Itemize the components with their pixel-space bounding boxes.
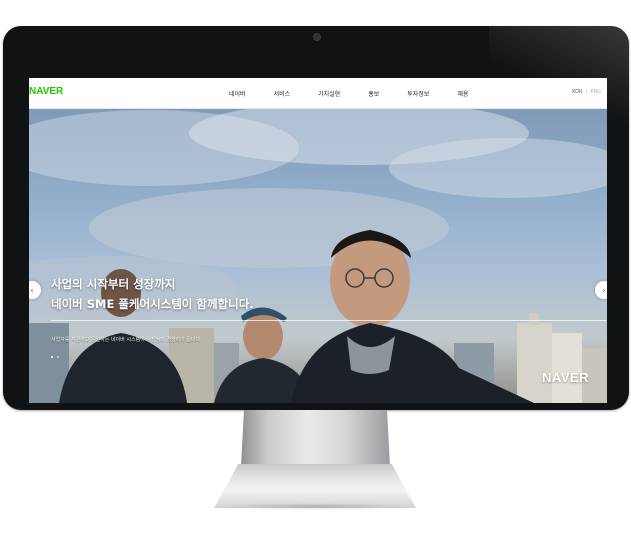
site-header: NAVER 네이버 서비스 가치실현 홍보 투자정보 채용 KOR | ENG (29, 78, 607, 109)
nav-item-value[interactable]: 가치실현 (318, 89, 340, 98)
main-nav: 네이버 서비스 가치실현 홍보 투자정보 채용 (229, 78, 496, 108)
chevron-right-icon: › (602, 285, 606, 295)
hero-title-line1: 사업의 시작부터 성장까지 (51, 277, 176, 291)
camera-icon (313, 33, 321, 41)
next-slide-button[interactable]: › (595, 281, 607, 299)
monitor-stand-foot (214, 464, 416, 508)
hero-title-line2: 네이버 SME 풀케어시스템이 함께합니다. (51, 297, 254, 311)
nav-item-pr[interactable]: 홍보 (368, 89, 379, 98)
monitor-stand-shadow (218, 503, 412, 510)
nav-item-careers[interactable]: 채용 (457, 89, 468, 98)
pager-dot-2[interactable] (57, 356, 59, 358)
lang-separator: | (585, 89, 588, 95)
lang-eng[interactable]: ENG (590, 89, 601, 95)
language-switcher: KOR | ENG (572, 89, 601, 95)
monitor-stand-neck (241, 410, 390, 466)
nav-item-ir[interactable]: 투자정보 (407, 89, 429, 98)
hero-photo (29, 108, 607, 403)
monitor-bezel: NAVER 네이버 서비스 가치실현 홍보 투자정보 채용 KOR | ENG (3, 26, 629, 410)
nav-item-service[interactable]: 서비스 (274, 89, 291, 98)
hero-banner: 사업의 시작부터 성장까지 네이버 SME 풀케어시스템이 함께합니다. 사업자… (29, 108, 607, 403)
pager-dot-1[interactable] (51, 356, 53, 358)
hero-description: 사업자를 지원하고 응원하는 네이버 시스템이 사장님의 경쟁력이 됩니다 (51, 337, 201, 343)
hero-title: 사업의 시작부터 성장까지 네이버 SME 풀케어시스템이 함께합니다. (51, 274, 254, 314)
naver-watermark: NAVER (541, 370, 589, 385)
naver-logo[interactable]: NAVER (29, 86, 63, 97)
chevron-left-icon: ‹ (30, 285, 34, 295)
hero-divider (51, 320, 607, 321)
lang-kor[interactable]: KOR (572, 89, 582, 95)
nav-item-naver[interactable]: 네이버 (229, 89, 246, 98)
slide-pager (51, 356, 59, 358)
monitor-screen: NAVER 네이버 서비스 가치실현 홍보 투자정보 채용 KOR | ENG (29, 78, 607, 403)
